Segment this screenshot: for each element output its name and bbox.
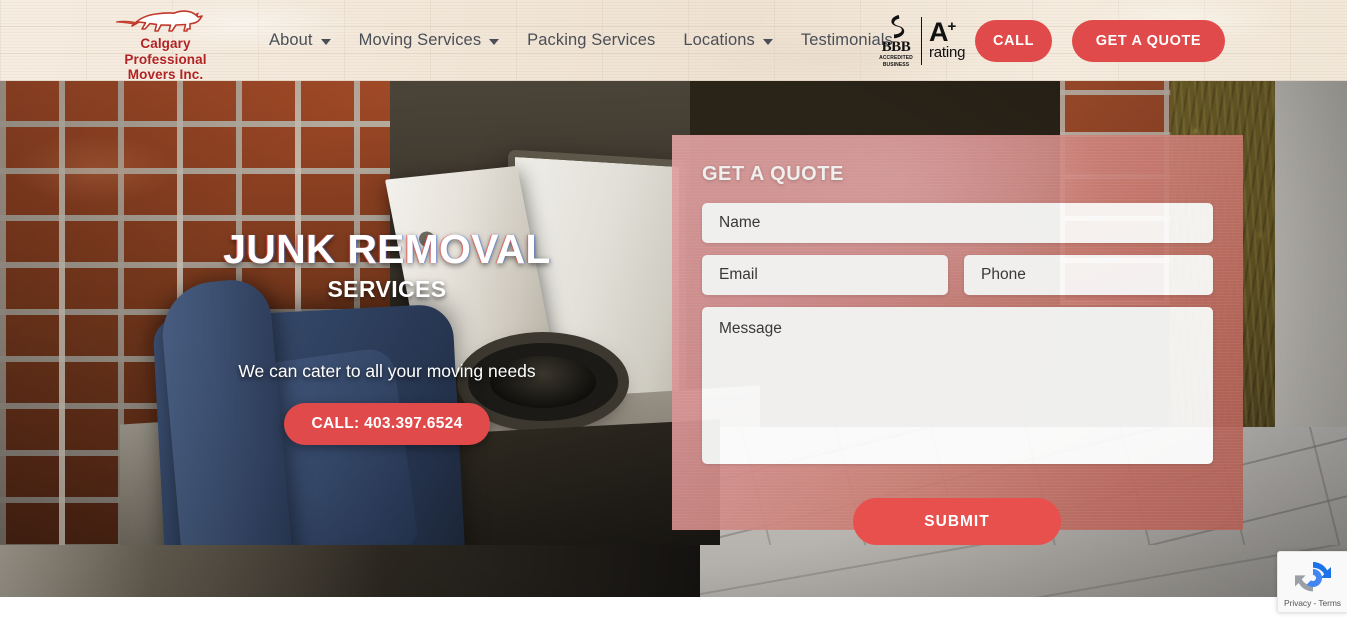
recaptcha-icon	[1294, 562, 1331, 592]
chevron-down-icon	[320, 38, 331, 45]
logo-line-2: Movers Inc.	[127, 67, 204, 81]
nav-item-moving-services[interactable]: Moving Services	[345, 0, 514, 81]
nav-label-packing-services: Packing Services	[527, 31, 656, 49]
bbb-right-block: A+ rating	[929, 17, 966, 61]
running-horse-icon	[115, 10, 203, 32]
bbb-rating-label: rating	[929, 44, 966, 61]
nav-label-about: About	[269, 31, 313, 49]
recaptcha-privacy-terms: Privacy - Terms	[1284, 598, 1341, 608]
email-input[interactable]	[702, 255, 948, 295]
hero-copy: JUNK REMOVAL SERVICES We can cater to al…	[170, 225, 604, 445]
message-textarea[interactable]	[702, 307, 1213, 464]
header-inner: Calgary Professional Movers Inc. About M…	[0, 0, 1347, 81]
bbb-grade-letter: A	[929, 17, 948, 47]
hero-title: JUNK REMOVAL	[223, 226, 551, 272]
chevron-down-icon	[489, 38, 500, 45]
get-a-quote-button[interactable]: GET A QUOTE	[1072, 20, 1225, 62]
site-header: Calgary Professional Movers Inc. About M…	[0, 0, 1347, 81]
hero-call-button[interactable]: CALL: 403.397.6524	[284, 403, 490, 445]
nav-label-locations: Locations	[683, 31, 755, 49]
phone-input[interactable]	[964, 255, 1213, 295]
page-root: Calgary Professional Movers Inc. About M…	[0, 0, 1347, 619]
bbb-grade: A+	[929, 17, 965, 47]
nav-item-packing-services[interactable]: Packing Services	[513, 0, 669, 81]
nav-item-about[interactable]: About	[255, 0, 345, 81]
quote-form-panel: GET A QUOTE	[672, 135, 1243, 530]
nav-item-locations[interactable]: Locations	[669, 0, 787, 81]
bbb-torch-icon	[890, 14, 904, 38]
logo-line-1: Calgary Professional	[124, 36, 207, 67]
nav-label-moving-services: Moving Services	[358, 31, 482, 49]
logo-text: Calgary Professional Movers Inc.	[98, 36, 233, 81]
bbb-wordmark: BBB	[881, 38, 911, 55]
bbb-grade-plus: +	[947, 18, 957, 35]
call-button[interactable]: CALL	[975, 20, 1052, 62]
hero-subtitle: SERVICES	[327, 276, 447, 302]
quote-form-inner: GET A QUOTE	[672, 135, 1243, 469]
bbb-accredited-line-1: ACCREDITED	[879, 54, 913, 61]
bbb-divider	[921, 16, 922, 65]
recaptcha-badge[interactable]: Privacy - Terms	[1277, 551, 1347, 613]
hero-tagline: We can cater to all your moving needs	[238, 361, 536, 381]
quote-form-title: GET A QUOTE	[702, 163, 844, 185]
bbb-left-block: BBB ACCREDITED BUSINESS	[874, 14, 918, 68]
main-navigation: About Moving Services Packing Services L…	[255, 0, 907, 81]
chevron-down-icon	[762, 38, 773, 45]
foreground-shadow	[0, 545, 700, 597]
bbb-accredited-line-2: BUSINESS	[882, 61, 910, 68]
bbb-accredited-badge[interactable]: BBB ACCREDITED BUSINESS A+ rating	[874, 13, 967, 68]
name-input[interactable]	[702, 203, 1213, 243]
email-phone-row	[702, 255, 1213, 295]
submit-button[interactable]: SUBMIT	[853, 498, 1061, 545]
site-logo[interactable]: Calgary Professional Movers Inc.	[98, 9, 233, 81]
